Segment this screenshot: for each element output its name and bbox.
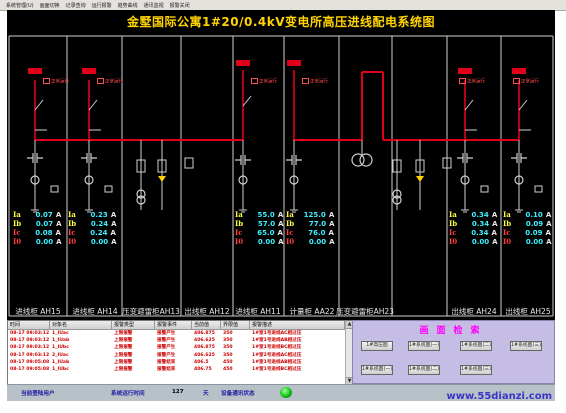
measure-row: Ic 0.08 A (13, 228, 61, 237)
state-tag: 正常运行 (302, 78, 328, 85)
measure-row: Ia 125.0 A (286, 210, 335, 219)
measure-row: I0 0.00 A (13, 237, 62, 246)
current-user-label: 当前登陆用户 (21, 391, 55, 397)
measure-row: Ic 0.34 A (449, 228, 497, 237)
diagram-lines (8, 35, 554, 317)
measure-block: Ia 0.23 A Ib 0.24 A Ic 0.24 A I0 0.00 A (68, 210, 117, 246)
measure-row: Ic 76.0 A (286, 228, 334, 237)
table-row[interactable]: 08-17 09:03:12 1_IUac 上限报警 报警产生 406.875 350 1#… (8, 330, 353, 337)
column-header[interactable]: 当前值 (192, 321, 221, 329)
menu-item-alarm-off[interactable]: 报警关闭 (170, 2, 190, 9)
column-header[interactable]: 时间 (8, 321, 50, 329)
measure-row: Ib 0.24 A (68, 219, 117, 228)
measure-row: Ia 55.0 A (235, 210, 284, 219)
nav-button-system-1b[interactable]: 1#系统图(一) (361, 365, 393, 375)
cabinet-label: 进线柜 AH15 (15, 307, 61, 316)
table-row[interactable]: 08-17 09:05:08 1_IUbc 上限报警 报警结束 406.75 450 1#室… (8, 366, 353, 373)
measure-row: Ib 0.34 A (449, 219, 498, 228)
breaker-indicator[interactable] (236, 60, 250, 66)
menu-item-screen-switch[interactable]: 画面切换 (40, 2, 60, 9)
measure-row: Ib 57.0 A (235, 219, 284, 228)
measure-row: I0 0.00 A (503, 237, 552, 246)
nav-button-system-1[interactable]: 1#系统图(一) (408, 341, 440, 351)
cabinet-label: 压变避雷柜AH23 (336, 307, 394, 316)
cabinet-label: 出线柜 AH25 (505, 307, 551, 316)
comm-status-label: 设备通讯状态 (221, 391, 255, 397)
column-header[interactable]: 报警描述 (250, 321, 345, 329)
measure-block: Ia 0.34 A Ib 0.34 A Ic 0.34 A I0 0.00 A (449, 210, 498, 246)
table-row[interactable]: 08-17 09:03:12 1_IUbc 上限报警 报警产生 406.875 350 1#… (8, 344, 353, 351)
measure-row: I0 0.00 A (68, 237, 117, 246)
runtime-value: 127 (172, 389, 184, 395)
measure-row: Ia 0.10 A (503, 210, 552, 219)
menu-item-system[interactable]: 系统管理(U) (6, 2, 34, 9)
column-header[interactable]: 界限值 (221, 321, 250, 329)
breaker-indicator[interactable] (28, 68, 42, 74)
menu-item-record-query[interactable]: 记录查询 (66, 2, 86, 9)
menu-item-alarm[interactable]: 运行报警 (92, 2, 112, 9)
state-tag: 正常运行 (513, 78, 539, 85)
state-tag: 正常运行 (251, 78, 277, 85)
measure-row: Ia 0.23 A (68, 210, 117, 219)
cabinet-label: 压变避雷柜AH13 (122, 307, 180, 316)
alarm-event-table[interactable]: 时间 对象名 报警类型 报警事件 当前值 界限值 报警描述 08-17 09:0… (7, 320, 354, 386)
measure-row: Ib 77.0 A (286, 219, 335, 228)
table-row[interactable]: 08-17 09:03:12 2_IUac 上限报警 报警产生 406.625 350 1#… (8, 352, 353, 359)
menu-item-trend[interactable]: 趋势曲线 (118, 2, 138, 9)
state-tag: 正常运行 (97, 78, 123, 85)
column-header[interactable]: 报警类型 (112, 321, 155, 329)
nav-button-hv-diagram[interactable]: 1#高压图 (361, 341, 393, 351)
nav-button-system-2[interactable]: 1#系统图(二) (460, 341, 492, 351)
single-line-diagram: 金墅国际公寓1#20/0.4kV变电所高压进线配电系统图 正常运行 正常运行 正… (7, 10, 555, 320)
cabinet-label: 进线柜 AH11 (235, 307, 281, 316)
breaker-indicator[interactable] (287, 60, 301, 66)
column-header[interactable]: 对象名 (50, 321, 112, 329)
runtime-label: 系统运行时间 (111, 391, 145, 397)
measure-block: Ia 125.0 A Ib 77.0 A Ic 76.0 A I0 0.00 A (286, 210, 335, 246)
cabinet-label: 出线柜 AH12 (184, 307, 230, 316)
nav-button-system-3b[interactable]: 1#系统图(三) (460, 365, 492, 375)
nav-button-system-3[interactable]: 1#系统图(三) (510, 341, 542, 351)
measure-row: Ib 0.09 A (503, 219, 552, 228)
breaker-indicator[interactable] (512, 68, 526, 74)
table-row[interactable]: 08-17 09:05:08 1_IUab 上限报警 报警结束 406.5 450 1#室1… (8, 359, 353, 366)
measure-row: Ic 0.09 A (503, 228, 551, 237)
measure-row: Ib 0.07 A (13, 219, 62, 228)
table-row[interactable]: 08-17 09:03:12 1_IUab 上限报警 报警产生 406.625 350 1#… (8, 337, 353, 344)
state-tag: 正常运行 (459, 78, 485, 85)
nav-button-system-2b[interactable]: 1#系统图(二) (408, 365, 440, 375)
cabinet-label: 出线柜 AH24 (451, 307, 497, 316)
state-tag: 正常运行 (43, 78, 69, 85)
measure-row: Ia 0.34 A (449, 210, 498, 219)
measure-row: Ic 0.24 A (68, 228, 116, 237)
menu-item-comm-monitor[interactable]: 通讯监视 (144, 2, 164, 9)
runtime-unit: 天 (203, 391, 209, 397)
watermark-text: www.55dianzi.com (446, 391, 552, 402)
comm-status-light-icon (280, 387, 292, 398)
page-title: 金墅国际公寓1#20/0.4kV变电所高压进线配电系统图 (126, 15, 435, 29)
measure-row: Ia 0.07 A (13, 210, 62, 219)
measure-row: I0 0.00 A (286, 237, 335, 246)
measure-block: Ia 0.10 A Ib 0.09 A Ic 0.09 A I0 0.00 A (503, 210, 552, 246)
measure-row: I0 0.00 A (449, 237, 498, 246)
nav-title: 画面检索 (419, 326, 488, 336)
screen-navigation-panel: 画面检索 1#高压图 1#系统图(一) 1#系统图(二) 1#系统图(三) 1#… (352, 320, 555, 384)
measure-block: Ia 0.07 A Ib 0.07 A Ic 0.08 A I0 0.00 A (13, 210, 62, 246)
breaker-indicator[interactable] (458, 68, 472, 74)
table-header: 时间 对象名 报警类型 报警事件 当前值 界限值 报警描述 (8, 321, 353, 330)
column-header[interactable]: 报警事件 (155, 321, 192, 329)
measure-row: I0 0.00 A (235, 237, 284, 246)
cabinet-label: 进线柜 AH14 (72, 307, 118, 316)
measure-row: Ic 65.0 A (235, 228, 283, 237)
cabinet-label: 计量柜 AA22 (289, 307, 335, 316)
breaker-indicator[interactable] (82, 68, 96, 74)
measure-block: Ia 55.0 A Ib 57.0 A Ic 65.0 A I0 0.00 A (235, 210, 284, 246)
